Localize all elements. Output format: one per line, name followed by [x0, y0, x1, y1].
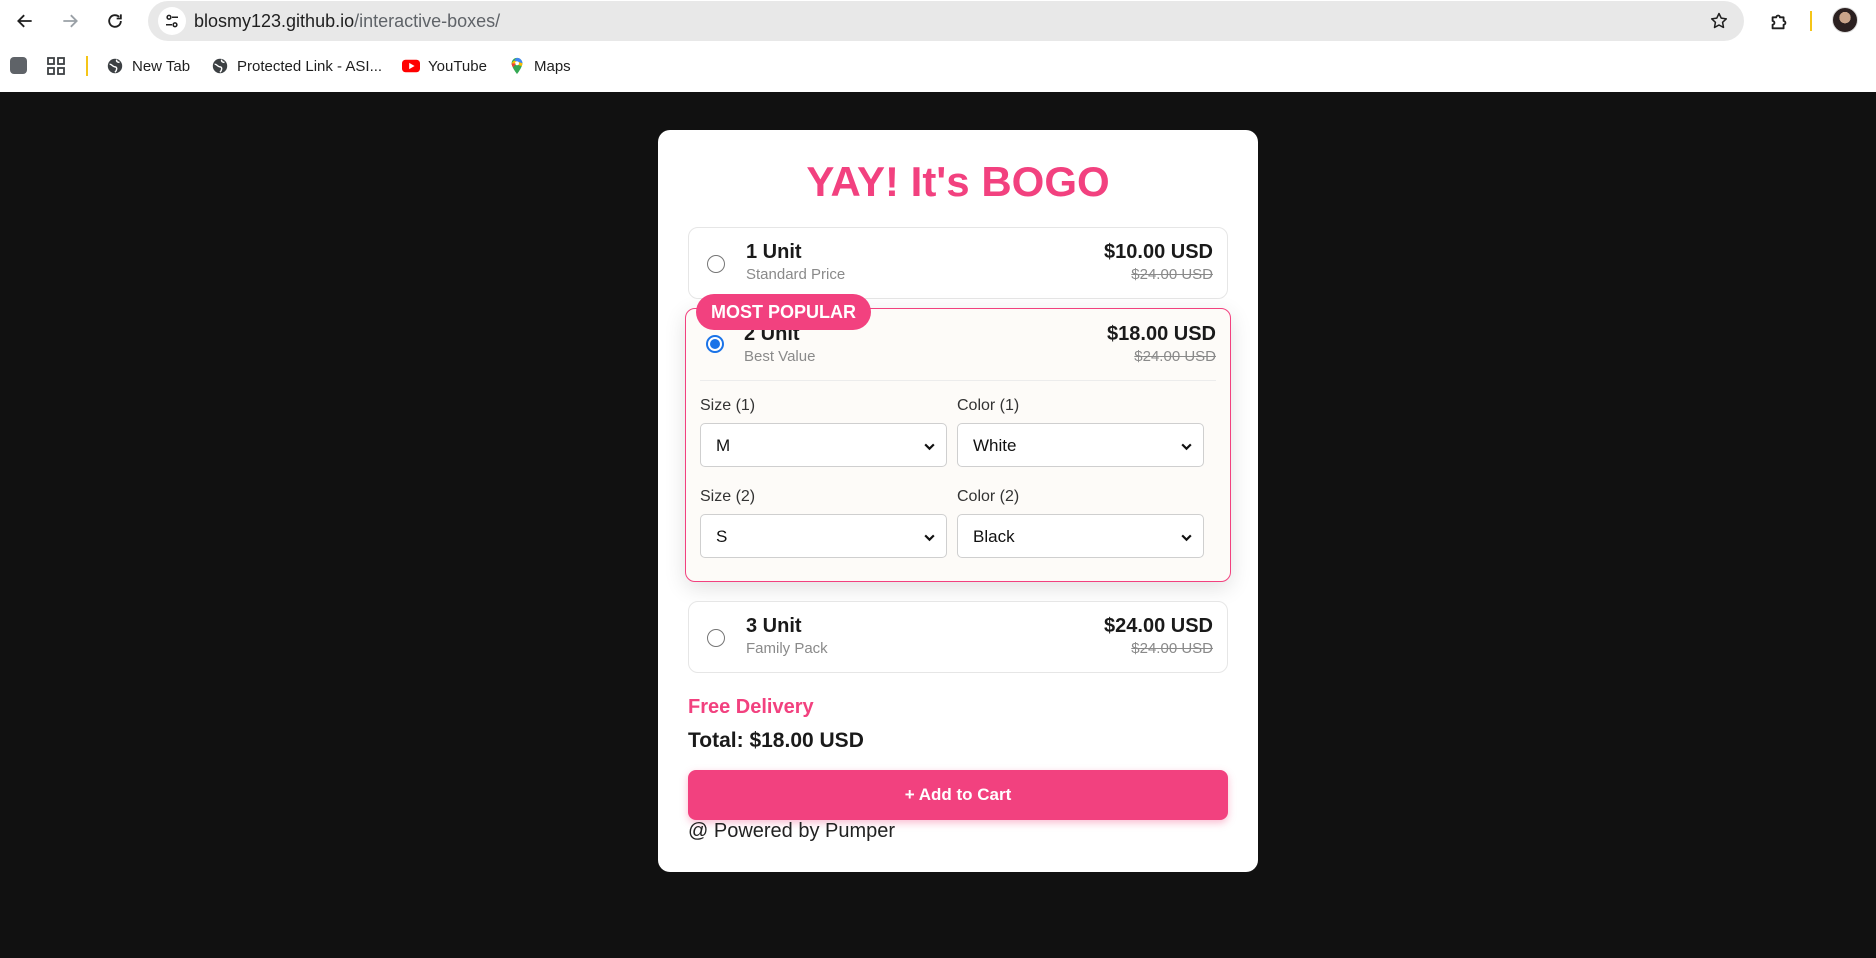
- chevron-down-icon: [924, 534, 935, 542]
- bookmark-star-button[interactable]: [1708, 10, 1730, 32]
- size-2-label: Size (2): [700, 488, 756, 505]
- free-delivery-text: Free Delivery: [688, 696, 814, 718]
- color-1-select[interactable]: White: [957, 423, 1204, 467]
- select-value: S: [716, 527, 728, 546]
- option-subtitle: Best Value: [744, 348, 816, 365]
- select-value: M: [716, 436, 731, 455]
- url-text: blosmy123.github.io/interactive-boxes/: [194, 11, 500, 32]
- bookmark-youtube[interactable]: YouTube: [402, 54, 487, 78]
- divider: [700, 380, 1216, 381]
- bookmarks-separator: [86, 56, 88, 76]
- option-old-price: $24.00 USD: [1131, 640, 1213, 657]
- size-2-select[interactable]: S: [700, 514, 947, 558]
- option-price: $10.00 USD: [1104, 241, 1213, 263]
- address-bar[interactable]: blosmy123.github.io/interactive-boxes/: [148, 1, 1744, 41]
- youtube-icon: [402, 59, 420, 73]
- maps-icon: [511, 57, 523, 75]
- arrow-left-icon: [17, 14, 32, 28]
- bookmark-label: Protected Link - ASI...: [237, 57, 383, 75]
- arrow-right-icon: [63, 14, 78, 28]
- radio-button[interactable]: [706, 335, 724, 353]
- bundle-option-1-unit[interactable]: 1 Unit Standard Price $10.00 USD $24.00 …: [688, 227, 1228, 299]
- powered-by-text: @ Powered by Pumper: [688, 820, 896, 842]
- most-popular-badge: MOST POPULAR: [696, 294, 872, 330]
- size-1-select[interactable]: M: [700, 423, 947, 467]
- forward-button[interactable]: [55, 6, 85, 36]
- chevron-down-icon: [1181, 443, 1192, 451]
- browser-toolbar: blosmy123.github.io/interactive-boxes/: [0, 0, 1876, 42]
- bookmark-label: YouTube: [428, 57, 487, 75]
- radio-button[interactable]: [707, 629, 725, 647]
- url-host: blosmy123.github.io: [194, 11, 355, 31]
- bookmark-label: Maps: [534, 57, 571, 75]
- profile-avatar[interactable]: [1832, 7, 1858, 33]
- option-price: $18.00 USD: [1107, 323, 1216, 345]
- total-label: Total:: [688, 729, 744, 752]
- add-to-cart-button[interactable]: + Add to Cart: [688, 770, 1228, 820]
- bundle-option-3-unit[interactable]: 3 Unit Family Pack $24.00 USD $24.00 USD: [688, 601, 1228, 673]
- option-name: 1 Unit: [746, 241, 802, 263]
- globe-icon: [107, 58, 123, 74]
- color-1-label: Color (1): [957, 397, 1020, 414]
- size-1-label: Size (1): [700, 397, 756, 414]
- browser-chrome: blosmy123.github.io/interactive-boxes/ N…: [0, 0, 1876, 92]
- option-name: 3 Unit: [746, 615, 802, 637]
- apps-grid-icon[interactable]: [47, 57, 65, 75]
- bookmark-new-tab[interactable]: New Tab: [106, 54, 190, 78]
- option-price: $24.00 USD: [1104, 615, 1213, 637]
- puzzle-icon: [1771, 14, 1787, 30]
- select-value: Black: [973, 527, 1015, 546]
- back-button[interactable]: [10, 6, 40, 36]
- option-old-price: $24.00 USD: [1131, 266, 1213, 283]
- chevron-down-icon: [924, 443, 935, 451]
- toolbar-separator: [1810, 11, 1812, 31]
- bundle-card: YAY! It's BOGO 1 Unit Standard Price $10…: [658, 130, 1258, 872]
- reload-button[interactable]: [100, 6, 130, 36]
- star-icon: [1710, 12, 1728, 29]
- page-title: YAY! It's BOGO: [806, 158, 1110, 205]
- select-value: White: [973, 436, 1017, 455]
- radio-button[interactable]: [707, 255, 725, 273]
- globe-icon: [212, 58, 228, 74]
- extensions-button[interactable]: [1764, 6, 1794, 36]
- tab-groups-icon[interactable]: [10, 57, 27, 74]
- bookmark-label: New Tab: [132, 57, 191, 75]
- color-2-label: Color (2): [957, 488, 1020, 505]
- url-path: /interactive-boxes/: [354, 11, 501, 31]
- order-total: Total: $18.00 USD: [688, 729, 864, 753]
- bookmark-protected-link[interactable]: Protected Link - ASI...: [211, 54, 382, 78]
- bookmark-maps[interactable]: Maps: [508, 54, 571, 78]
- tune-icon: [166, 14, 178, 28]
- site-info-button[interactable]: [158, 7, 186, 35]
- total-value: $18.00 USD: [749, 729, 864, 752]
- bookmarks-bar: New Tab Protected Link - ASI... YouTube …: [0, 46, 1876, 86]
- color-2-select[interactable]: Black: [957, 514, 1204, 558]
- reload-icon: [108, 14, 122, 28]
- option-subtitle: Family Pack: [746, 640, 828, 657]
- option-old-price: $24.00 USD: [1134, 348, 1216, 365]
- chevron-down-icon: [1181, 534, 1192, 542]
- option-subtitle: Standard Price: [746, 266, 846, 283]
- bundle-option-2-unit[interactable]: 2 Unit Best Value $18.00 USD $24.00 USD …: [685, 294, 1231, 582]
